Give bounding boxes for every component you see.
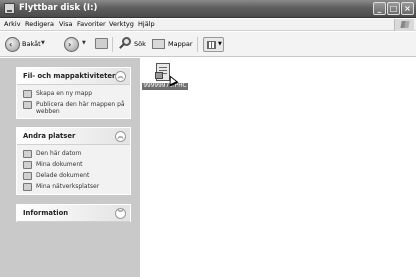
back-dropdown-icon[interactable]: ▼ — [41, 40, 45, 46]
views-button[interactable]: ▼ — [203, 37, 224, 52]
new-folder-icon — [23, 90, 32, 98]
explorer-window: Flyttbar disk (I:) _ □ × Arkiv Redigera … — [0, 0, 416, 277]
shared-documents-icon — [23, 172, 32, 180]
collapse-chevron-icon[interactable]: ︽ — [115, 131, 126, 142]
folders-label[interactable]: Mappar — [168, 40, 193, 48]
menu-arkiv[interactable]: Arkiv — [4, 20, 21, 28]
task-label: Skapa en ny mapp — [36, 90, 93, 97]
place-label: Mina dokument — [36, 161, 83, 168]
toolbar-separator — [197, 37, 198, 52]
place-label: Den här datorn — [36, 150, 82, 157]
task-pane: Fil- och mappaktiviteter ︽ Skapa en ny m… — [0, 58, 140, 277]
toolbar: ‹ Bakåt ▼ › ▼ Sök Mappar ▼ — [0, 32, 416, 57]
title-bar[interactable]: Flyttbar disk (I:) _ □ × — [0, 0, 416, 18]
task-label: Publicera den här mappen på webben — [36, 101, 125, 115]
menu-favoriter[interactable]: Favoriter — [77, 20, 106, 28]
back-label[interactable]: Bakåt — [22, 40, 41, 48]
search-icon[interactable] — [118, 37, 132, 51]
forward-dropdown-icon[interactable]: ▼ — [82, 40, 86, 46]
removable-disk-icon — [4, 3, 15, 14]
file-tasks-title: Fil- och mappaktiviteter — [23, 72, 116, 80]
window-title: Flyttbar disk (I:) — [19, 3, 98, 13]
information-panel: Information ︾ — [16, 204, 131, 222]
publish-web-icon — [23, 101, 32, 109]
search-label[interactable]: Sök — [134, 40, 146, 48]
file-tasks-header[interactable]: Fil- och mappaktiviteter ︽ — [17, 68, 130, 85]
file-tasks-panel: Fil- och mappaktiviteter ︽ Skapa en ny m… — [16, 67, 131, 119]
toolbar-separator — [112, 37, 113, 52]
other-places-title: Andra platser — [23, 132, 76, 140]
windows-logo-icon — [394, 19, 414, 31]
arrow-right-icon: › — [68, 40, 72, 49]
menu-hjalp[interactable]: Hjälp — [138, 20, 155, 28]
views-icon — [207, 41, 216, 49]
forward-button[interactable]: › — [64, 37, 79, 52]
expand-chevron-icon[interactable]: ︾ — [115, 208, 126, 219]
information-title: Information — [23, 209, 69, 217]
file-type-badge-icon — [155, 72, 163, 79]
views-dropdown-icon: ▼ — [218, 41, 222, 47]
folder-up-icon[interactable] — [95, 38, 108, 49]
place-label: Delade dokument — [36, 172, 90, 179]
minimize-button[interactable]: _ — [373, 2, 386, 15]
other-places-header[interactable]: Andra platser ︽ — [17, 128, 130, 145]
menu-visa[interactable]: Visa — [59, 20, 72, 28]
menu-redigera[interactable]: Redigera — [25, 20, 54, 28]
collapse-chevron-icon[interactable]: ︽ — [115, 71, 126, 82]
folders-icon[interactable] — [152, 39, 165, 49]
file-name-label: 99999976.PHC — [142, 83, 188, 90]
menu-bar: Arkiv Redigera Visa Favoriter Verktyg Hj… — [0, 19, 416, 31]
arrow-left-icon: ‹ — [9, 40, 13, 49]
other-places-panel: Andra platser ︽ Den här datorn Mina doku… — [16, 127, 131, 195]
my-computer-icon — [23, 150, 32, 158]
back-button[interactable]: ‹ — [5, 37, 20, 52]
file-item[interactable]: 99999976.PHC — [140, 63, 190, 103]
network-places-icon — [23, 183, 32, 191]
my-documents-icon — [23, 161, 32, 169]
menu-verktyg[interactable]: Verktyg — [109, 20, 134, 28]
information-header[interactable]: Information ︾ — [17, 205, 130, 222]
maximize-button[interactable]: □ — [387, 2, 400, 15]
place-label: Mina nätverksplatser — [36, 183, 100, 190]
close-button[interactable]: × — [401, 2, 414, 15]
